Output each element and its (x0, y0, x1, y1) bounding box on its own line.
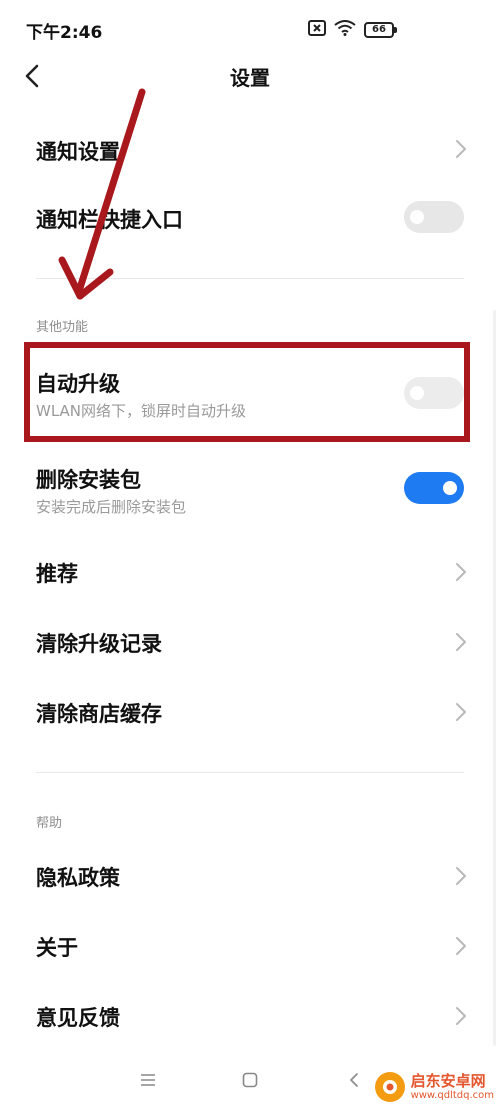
chevron-right-icon (456, 633, 466, 651)
toggle-knob (410, 386, 424, 400)
chevron-right-icon (456, 937, 466, 955)
status-bar: 下午2:46 66 (0, 0, 500, 56)
toggle-knob (410, 210, 424, 224)
sim-off-icon (308, 20, 326, 40)
settings-screen: 下午2:46 66 设置 通知设置 通知栏快捷入口 其他功能 自动升级 WLAN… (0, 0, 500, 1111)
clear-cache-row[interactable]: 清除商店缓存 (0, 678, 500, 748)
divider (36, 772, 464, 773)
chevron-right-icon (456, 703, 466, 721)
chevron-right-icon (456, 867, 466, 885)
clear-upgrade-title: 清除升级记录 (36, 632, 162, 656)
chevron-right-icon (456, 563, 466, 581)
watermark-logo-icon (374, 1072, 405, 1102)
section-label-other: 其他功能 (36, 320, 89, 335)
home-icon (242, 1072, 258, 1088)
privacy-row[interactable]: 隐私政策 (0, 840, 500, 910)
back-nav-button[interactable] (342, 1068, 366, 1092)
watermark: 启东安卓网 www.qdltdq.com (374, 1071, 494, 1102)
watermark-text: 启东安卓网 www.qdltdq.com (410, 1071, 494, 1102)
page-title: 设置 (230, 66, 270, 90)
auto-upgrade-title: 自动升级 (36, 372, 120, 396)
recommend-row[interactable]: 推荐 (0, 538, 500, 608)
section-label-help: 帮助 (36, 816, 63, 831)
delete-package-title: 删除安装包 (36, 468, 141, 492)
feedback-row[interactable]: 意见反馈 (0, 980, 500, 1050)
home-button[interactable] (238, 1068, 262, 1092)
notify-shortcut-toggle[interactable] (404, 201, 464, 233)
wifi-icon (334, 20, 356, 40)
delete-package-row: 删除安装包 安装完成后删除安装包 (0, 450, 500, 530)
auto-upgrade-row: 自动升级 WLAN网络下，锁屏时自动升级 (0, 352, 500, 440)
notify-shortcut-row: 通知栏快捷入口 (0, 184, 500, 254)
recommend-title: 推荐 (36, 562, 78, 586)
watermark-url: www.qdltdq.com (410, 1089, 494, 1101)
about-row[interactable]: 关于 (0, 910, 500, 980)
delete-package-toggle[interactable] (404, 472, 464, 504)
battery-icon: 66 (364, 22, 397, 38)
notify-settings-title: 通知设置 (36, 140, 120, 164)
auto-upgrade-subtitle: WLAN网络下，锁屏时自动升级 (36, 402, 247, 420)
about-title: 关于 (36, 936, 78, 960)
privacy-title: 隐私政策 (36, 866, 120, 890)
back-nav-icon (350, 1073, 358, 1087)
clear-upgrade-row[interactable]: 清除升级记录 (0, 608, 500, 678)
notify-settings-row[interactable]: 通知设置 (0, 112, 500, 184)
feedback-title: 意见反馈 (36, 1006, 120, 1030)
chevron-right-icon (456, 1007, 466, 1025)
menu-button[interactable] (136, 1068, 160, 1092)
status-icons: 66 (308, 20, 397, 40)
clear-cache-title: 清除商店缓存 (36, 702, 162, 726)
notify-shortcut-title: 通知栏快捷入口 (36, 208, 183, 232)
title-bar: 设置 (0, 56, 500, 96)
chevron-right-icon (456, 140, 466, 158)
delete-package-subtitle: 安装完成后删除安装包 (36, 498, 187, 516)
menu-icon (141, 1074, 155, 1086)
scroll-indicator[interactable] (493, 310, 496, 1046)
auto-upgrade-toggle[interactable] (404, 377, 464, 409)
watermark-name: 启东安卓网 (410, 1071, 486, 1090)
toggle-knob (443, 481, 457, 495)
divider (36, 278, 464, 279)
status-time: 下午2:46 (26, 23, 103, 43)
